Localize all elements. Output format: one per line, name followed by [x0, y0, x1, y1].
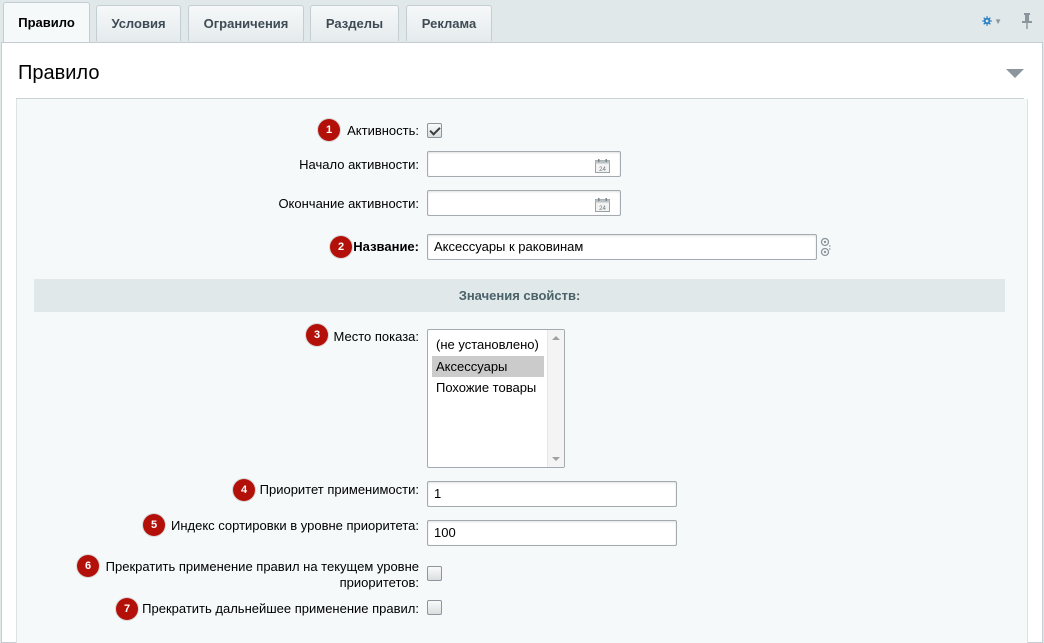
sort-index-value: 100 [434, 525, 456, 540]
active-label: Активность: [347, 123, 419, 138]
priority-input[interactable]: 1 [427, 481, 677, 507]
tab-advertising[interactable]: Реклама [406, 5, 492, 41]
listbox-option[interactable]: (не установлено) [432, 334, 544, 355]
section-header: Значения свойств: [34, 279, 1005, 312]
name-value: Аксессуары к раковинам [434, 239, 584, 254]
sort-index-input[interactable]: 100 [427, 520, 677, 546]
name-label: Название: [353, 239, 419, 254]
gear-icon[interactable]: ▼ [982, 11, 1002, 31]
tab-rule[interactable]: Правило [3, 2, 90, 42]
place-listbox[interactable]: (не установлено) Аксессуары Похожие това… [427, 329, 565, 468]
calendar-icon[interactable]: 24 [595, 157, 610, 173]
sort-index-label: Индекс сортировки в уровне приоритета: [170, 518, 419, 533]
priority-value: 1 [434, 486, 442, 501]
calendar-icon[interactable]: 24 [595, 196, 610, 212]
place-label: Место показа: [333, 329, 419, 344]
priority-label: Приоритет применимости: [259, 482, 419, 497]
collapse-arrow-icon[interactable] [1006, 69, 1024, 78]
stop-further-label: Прекратить дальнейшее применение правил: [142, 601, 419, 616]
listbox-option-selected[interactable]: Аксессуары [432, 356, 544, 377]
stop-level-label-line2: приоритетов: [339, 575, 419, 590]
panel-title: Правило [18, 62, 100, 84]
chevron-down-icon[interactable]: ▼ [994, 17, 1002, 26]
pin-icon[interactable] [1020, 12, 1034, 30]
start-date-label: Начало активности: [299, 157, 419, 172]
listbox-option[interactable]: Похожие товары [432, 377, 544, 398]
end-date-input[interactable]: 24 [427, 190, 621, 216]
page: Правило Условия Ограничения Разделы Рекл… [0, 0, 1044, 643]
stop-level-checkbox[interactable] [427, 566, 442, 581]
stop-further-checkbox[interactable] [427, 600, 442, 615]
start-date-input[interactable]: 24 [427, 151, 621, 177]
tab-bar: Правило Условия Ограничения Разделы Рекл… [0, 0, 1044, 42]
active-checkbox[interactable] [427, 123, 442, 138]
tab-conditions[interactable]: Условия [96, 5, 181, 41]
name-input[interactable]: Аксессуары к раковинам [427, 234, 817, 260]
tab-restrictions[interactable]: Ограничения [188, 5, 304, 41]
svg-text:24: 24 [599, 167, 606, 173]
svg-text:24: 24 [599, 206, 606, 212]
link-icon[interactable] [820, 236, 831, 258]
scroll-down-icon[interactable] [552, 457, 560, 461]
listbox-scrollbar[interactable] [547, 330, 564, 467]
tab-sections[interactable]: Разделы [310, 5, 399, 41]
scroll-up-icon[interactable] [552, 336, 560, 340]
tab-tools: ▼ [982, 10, 1034, 32]
end-date-label: Окончание активности: [278, 196, 419, 211]
stop-level-label-line1: Прекратить применение правил на текущем … [105, 559, 419, 574]
stop-level-label: Прекратить применение правил на текущем … [60, 559, 419, 591]
